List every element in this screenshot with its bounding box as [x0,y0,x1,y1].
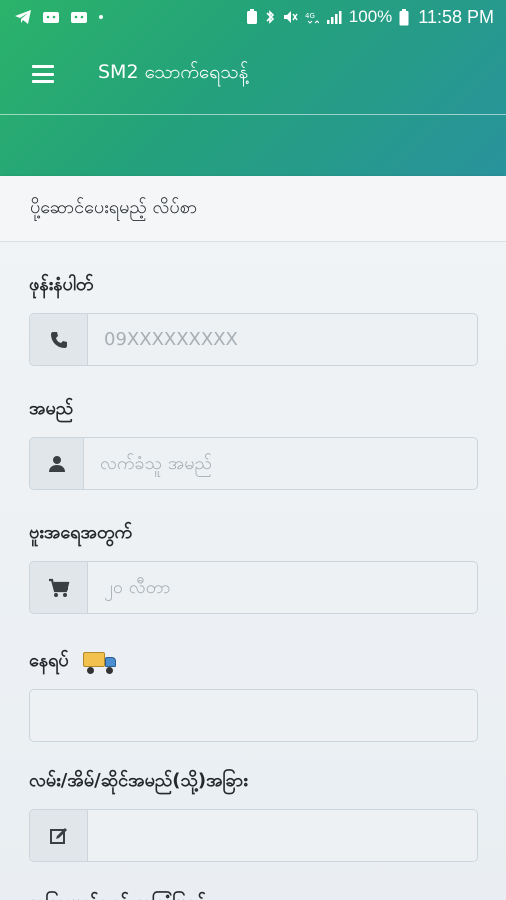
mute-icon [282,9,298,25]
app-bar: SM2 သောက်ရေသန့် [0,34,506,114]
cart-icon [30,562,88,613]
status-bar-right: 4G 100% 11:58 PM [246,7,494,28]
name-input[interactable] [84,438,477,489]
clock: 11:58 PM [418,6,494,27]
delivery-form: ဖုန်းနံပါတ် အမည် ဗူးအရေအတွက် [0,272,506,900]
menu-icon[interactable] [32,65,54,83]
name-label: အမည် [29,396,478,423]
phone-icon [30,314,88,365]
dot-icon [98,14,104,20]
phone-label-text: ဖုန်းနံပါတ် [29,274,94,295]
battery-percent: 100% [348,7,393,26]
status-bar: 4G 100% 11:58 PM [0,0,506,34]
telegram-icon [14,9,32,25]
truck-icon [82,649,117,675]
battery-saver-icon [246,9,258,25]
name-input-group [29,437,478,490]
phone-input[interactable] [88,314,477,365]
svg-text:4G: 4G [305,12,315,20]
status-bar-left [14,9,104,25]
name-label-text: အမည် [29,398,74,419]
address-label: လမ်း/အိမ်/ဆိုင်အမည်(သို့)အခြား [29,768,478,795]
order-input[interactable] [88,562,477,613]
app-title: SM2 သောက်ရေသန့် [98,61,249,83]
4g-icon: 4G [305,10,319,24]
battery-icon [399,8,409,26]
card-header: ပို့ဆောင်ပေးရမည့် လိပ်စာ [0,176,506,242]
notes-label-text: အခြားမှတ်ချက် အကြံပြုရန် [29,890,205,900]
address-input-group [29,809,478,862]
phone-input-group [29,313,478,366]
edit-icon [30,810,88,861]
location-input[interactable] [29,689,478,742]
notes-label: အခြားမှတ်ချက် အကြံပြုရန် [29,890,478,900]
location-label-text: နေရပ် [29,650,69,671]
signal-icon [326,9,342,25]
delivery-form-card: ပို့ဆောင်ပေးရမည့် လိပ်စာ ဖုန်းနံပါတ် အမည… [0,176,506,900]
location-label: နေရပ် [29,648,478,675]
order-label: ဗူးအရေအတွက် [29,520,478,547]
order-input-group [29,561,478,614]
person-icon [30,438,84,489]
address-input[interactable] [88,810,477,861]
address-label-text: လမ်း/အိမ်/ဆိုင်အမည်(သို့)အခြား [29,770,248,791]
phone-label: ဖုန်းနံပါတ် [29,272,478,299]
android-icon [42,10,60,24]
android-icon [70,10,88,24]
order-label-text: ဗူးအရေအတွက် [29,522,133,543]
app-bar-divider [0,114,506,115]
bluetooth-icon [265,9,275,25]
